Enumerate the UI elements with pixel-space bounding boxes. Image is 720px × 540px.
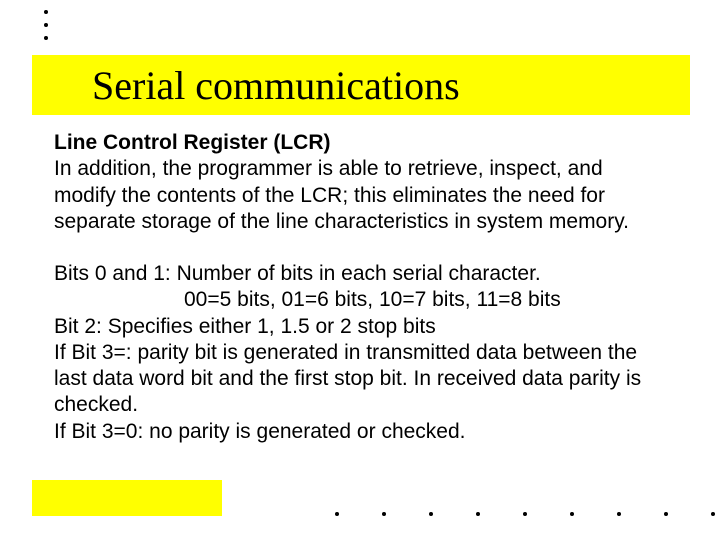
- decorative-bar-bottom: [32, 480, 222, 516]
- dot-icon: [429, 512, 433, 516]
- content-line: If Bit 3=0: no parity is generated or ch…: [54, 420, 466, 443]
- content-line: If Bit 3=: parity bit is generated in tr…: [54, 341, 641, 417]
- slide-title: Serial communications: [92, 62, 460, 109]
- decorative-dots-bottom: [335, 506, 715, 516]
- content-line: Bits 0 and 1: Number of bits in each ser…: [54, 262, 541, 285]
- title-bar: Serial communications: [32, 55, 690, 115]
- slide-content: Line Control Register (LCR) In addition,…: [54, 130, 664, 445]
- dot-icon: [664, 512, 668, 516]
- paragraph-1: Line Control Register (LCR) In addition,…: [54, 130, 664, 235]
- content-line: Bit 2: Specifies either 1, 1.5 or 2 stop…: [54, 315, 436, 338]
- dot-icon: [44, 10, 48, 14]
- dot-icon: [44, 36, 48, 40]
- decorative-dots-top: [44, 10, 48, 40]
- dot-icon: [476, 512, 480, 516]
- dot-icon: [617, 512, 621, 516]
- dot-icon: [382, 512, 386, 516]
- dot-icon: [711, 512, 715, 516]
- paragraph-2: Bits 0 and 1: Number of bits in each ser…: [54, 261, 664, 445]
- dot-icon: [570, 512, 574, 516]
- dot-icon: [44, 23, 48, 27]
- dot-icon: [523, 512, 527, 516]
- dot-icon: [335, 512, 339, 516]
- content-line-indent: 00=5 bits, 01=6 bits, 10=7 bits, 11=8 bi…: [54, 287, 561, 313]
- content-subtitle: Line Control Register (LCR): [54, 131, 331, 154]
- content-text: In addition, the programmer is able to r…: [54, 157, 629, 233]
